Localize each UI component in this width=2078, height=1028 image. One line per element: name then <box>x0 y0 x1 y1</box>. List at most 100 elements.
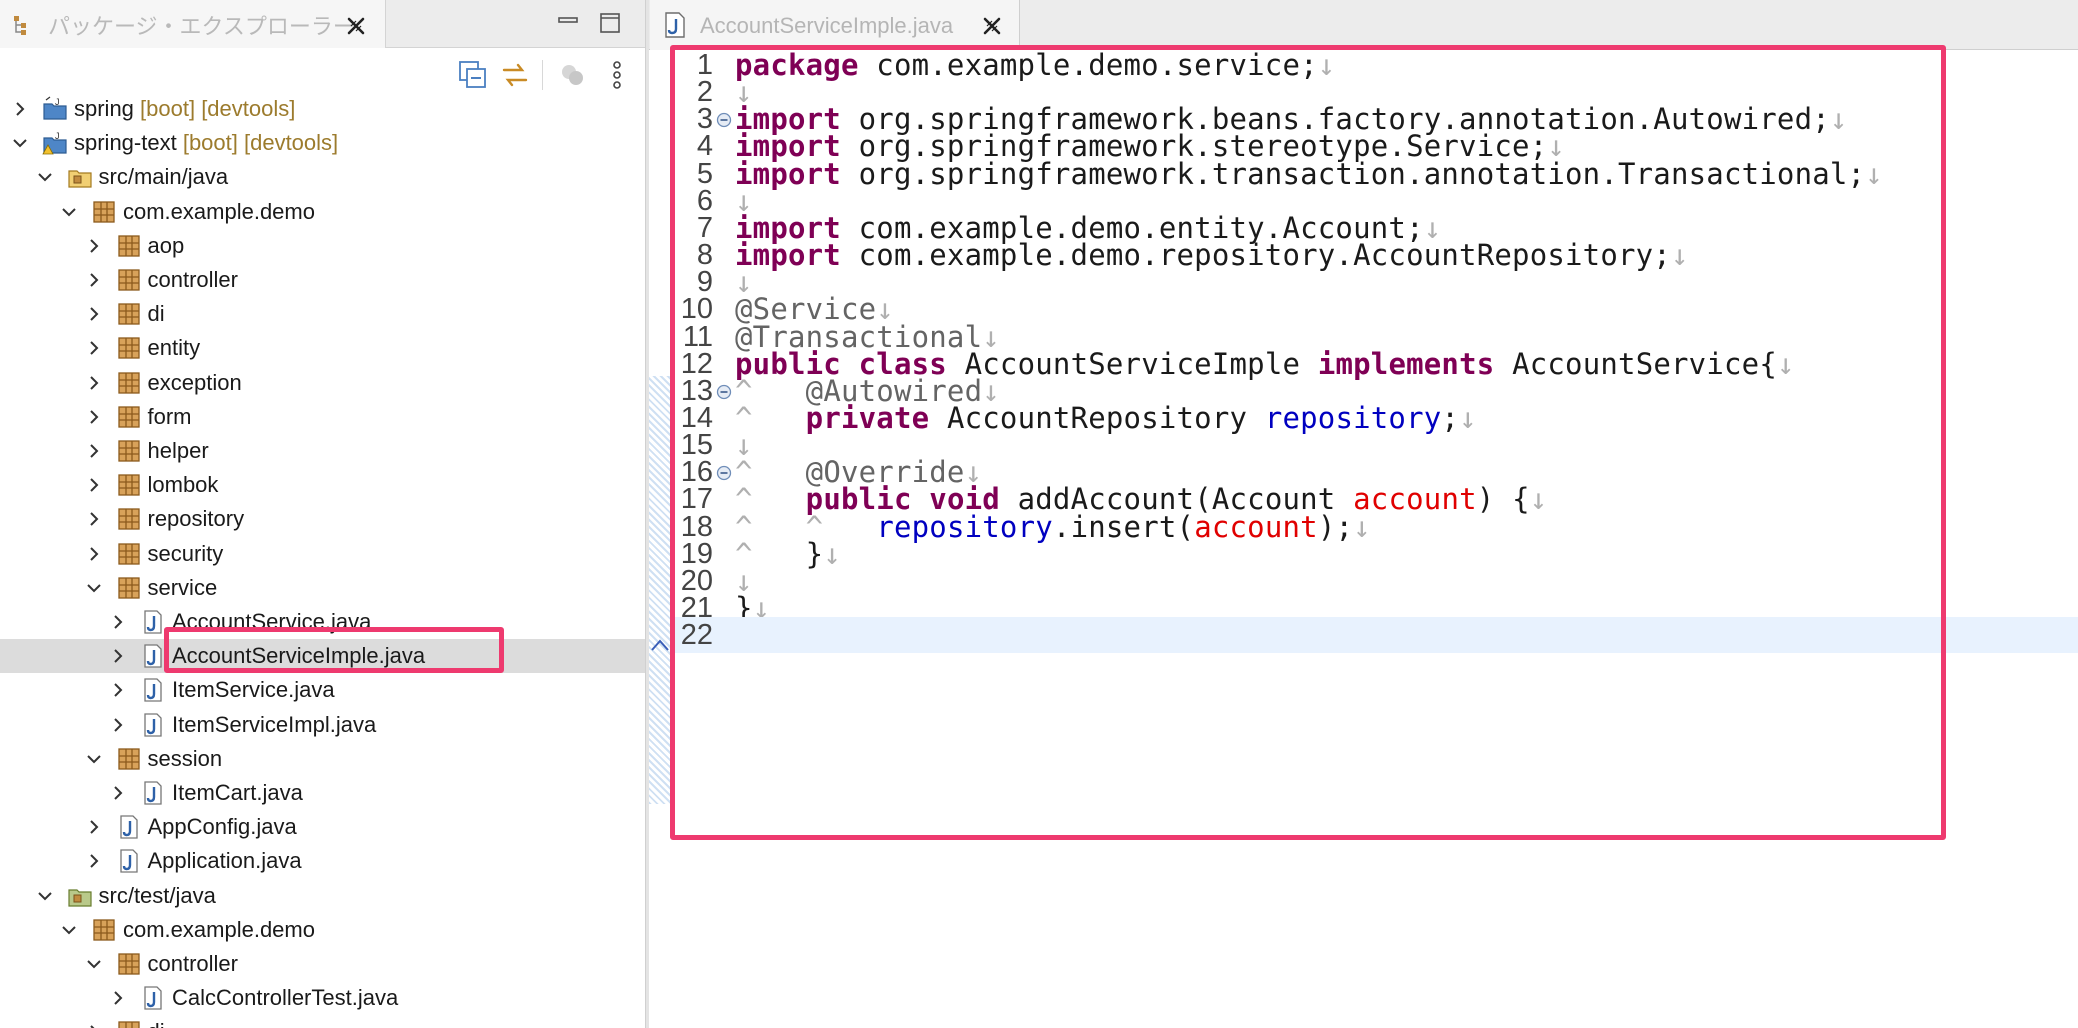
tree-item[interactable]: com.example.demo <box>0 195 645 229</box>
tree-item-label: service <box>147 574 218 600</box>
chevron-right-icon[interactable] <box>84 304 104 324</box>
tree-item-label: com.example.demo <box>123 198 315 224</box>
package-icon <box>117 748 140 770</box>
tree-item[interactable]: src/test/java <box>0 879 645 913</box>
chevron-right-icon[interactable] <box>84 475 104 495</box>
tree-item[interactable]: ItemCart.java <box>0 776 645 810</box>
tree-item[interactable]: AppConfig.java <box>0 810 645 844</box>
tree-item[interactable]: session <box>0 742 645 776</box>
tree-item[interactable]: Jspring [boot] [devtools] <box>0 92 645 126</box>
collapse-all-icon[interactable] <box>456 58 490 92</box>
package-explorer-icon <box>14 16 26 35</box>
tree-item-label: src/main/java <box>98 164 229 190</box>
view-menu-icon[interactable] <box>600 58 634 92</box>
package-icon <box>117 542 140 565</box>
maximize-icon[interactable] <box>597 10 623 36</box>
chevron-right-icon[interactable] <box>84 373 104 393</box>
chevron-right-icon[interactable] <box>84 338 104 358</box>
chevron-right-icon[interactable] <box>84 407 104 427</box>
tree-item[interactable]: CalcControllerTest.java <box>0 981 645 1015</box>
package-icon <box>117 303 140 325</box>
tree-item-label: spring-text [boot] [devtools] <box>74 130 339 156</box>
tree-item[interactable]: exception <box>0 366 645 400</box>
tree-item[interactable]: controller <box>0 947 645 981</box>
chevron-right-icon[interactable] <box>84 236 104 256</box>
tab-account-service-imple[interactable]: AccountServiceImple.java <box>650 0 1020 50</box>
package-explorer-view: パッケージ・エクスプローラー J spring [boot] [devtools… <box>0 0 645 1028</box>
tree-item-label: di <box>148 1019 165 1028</box>
link-with-editor-icon[interactable] <box>498 58 532 92</box>
test-folder-icon <box>67 888 92 907</box>
tree-item-label: repository <box>147 506 245 532</box>
tree-item[interactable]: Application.java <box>0 844 645 878</box>
chevron-down-icon[interactable] <box>59 920 79 940</box>
tree-item-label: session <box>147 745 223 771</box>
tree-item[interactable]: ItemService.java <box>0 673 645 707</box>
tree-item[interactable]: service <box>0 571 645 605</box>
tree-item-label: lombok <box>147 472 219 498</box>
chevron-right-icon[interactable] <box>108 680 128 700</box>
tree-item[interactable]: di <box>0 297 645 331</box>
java-file-icon <box>119 849 138 874</box>
chevron-down-icon[interactable] <box>84 578 104 598</box>
tree-item[interactable]: di <box>0 1015 645 1028</box>
tree-item-label: CalcControllerTest.java <box>172 985 399 1011</box>
tree-item[interactable]: repository <box>0 502 645 536</box>
tree-item-label: AppConfig.java <box>147 814 297 840</box>
filter-icon[interactable] <box>556 58 590 92</box>
chevron-right-icon[interactable] <box>84 441 104 461</box>
tree-item-label: com.example.demo <box>123 916 315 942</box>
svg-text:J: J <box>55 97 60 107</box>
chevron-down-icon[interactable] <box>59 202 79 222</box>
minimize-icon[interactable] <box>555 10 581 36</box>
tree-item-label: ItemService.java <box>172 677 335 703</box>
tree-item[interactable]: entity <box>0 331 645 365</box>
chevron-down-icon[interactable] <box>35 167 55 187</box>
tree-item[interactable]: security <box>0 537 645 571</box>
tree-item[interactable]: Jspring-text [boot] [devtools] <box>0 126 645 160</box>
chevron-right-icon[interactable] <box>84 817 104 837</box>
tree-item-label: aop <box>147 232 185 258</box>
chevron-right-icon[interactable] <box>84 270 104 290</box>
tab-package-explorer[interactable]: パッケージ・エクスプローラー <box>0 0 386 48</box>
java-file-icon <box>144 712 162 737</box>
chevron-down-icon[interactable] <box>84 954 104 974</box>
chevron-right-icon[interactable] <box>108 783 128 803</box>
tree-item[interactable]: controller <box>0 263 645 297</box>
tree-item[interactable]: form <box>0 400 645 434</box>
tree-item[interactable]: com.example.demo <box>0 913 645 947</box>
tree-item-label: di <box>147 301 165 327</box>
package-icon <box>117 235 140 257</box>
package-icon <box>93 200 115 223</box>
change-ruler <box>649 376 671 804</box>
tree-item[interactable]: src/main/java <box>0 160 645 194</box>
package-icon <box>117 508 140 531</box>
java-file-icon <box>665 12 685 38</box>
chevron-right-icon[interactable] <box>108 646 128 666</box>
chevron-right-icon[interactable] <box>108 988 128 1008</box>
package-icon <box>117 1021 140 1028</box>
chevron-right-icon[interactable] <box>84 1022 104 1028</box>
tree-item-label: helper <box>147 438 209 463</box>
chevron-down-icon[interactable] <box>10 133 30 153</box>
close-icon[interactable] <box>344 14 368 38</box>
tree-item[interactable]: helper <box>0 434 645 468</box>
tree-item[interactable]: ItemServiceImpl.java <box>0 708 645 742</box>
chevron-right-icon[interactable] <box>84 544 104 564</box>
chevron-right-icon[interactable] <box>108 715 128 735</box>
explorer-tab-title: パッケージ・エクスプローラー <box>48 14 355 39</box>
package-icon <box>117 474 140 496</box>
chevron-down-icon[interactable] <box>84 749 104 769</box>
close-icon[interactable] <box>980 14 1004 38</box>
chevron-down-icon[interactable] <box>35 886 55 906</box>
chevron-right-icon[interactable] <box>10 99 30 119</box>
tree-item[interactable]: lombok <box>0 468 645 502</box>
chevron-right-icon[interactable] <box>84 851 104 871</box>
chevron-right-icon[interactable] <box>84 509 104 529</box>
chevron-right-icon[interactable] <box>108 612 128 632</box>
override-marker-icon[interactable] <box>649 638 671 652</box>
tree-item[interactable]: aop <box>0 229 645 263</box>
java-file-icon <box>144 644 162 668</box>
tree-item-decoration: [boot] [devtools] <box>133 96 296 121</box>
java-file-icon <box>119 815 138 839</box>
